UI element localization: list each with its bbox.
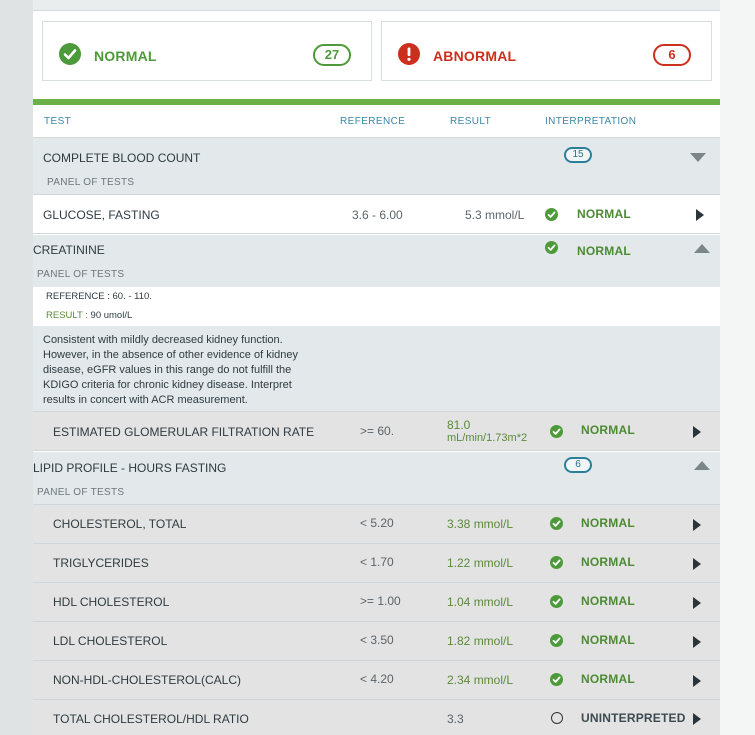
normal-count-badge: 27 — [313, 44, 351, 66]
test-interpretation: UNINTERPRETED — [581, 711, 686, 725]
check-circle-icon — [550, 556, 563, 569]
lipid-row-hdl[interactable]: HDL CHOLESTEROL >= 1.00 1.04 mmol/L NORM… — [33, 583, 720, 622]
col-interpretation: INTERPRETATION — [545, 116, 637, 127]
col-test: TEST — [44, 116, 72, 127]
egfr-result: 81.0 mL/min/1.73m*2 — [447, 418, 528, 444]
test-interpretation: NORMAL — [581, 633, 635, 647]
creatinine-name: CREATININE — [33, 243, 105, 257]
chevron-right-icon[interactable] — [693, 558, 701, 570]
glucose-row[interactable]: GLUCOSE, FASTING 3.6 - 6.00 5.3 mmol/L N… — [33, 195, 720, 234]
col-result: RESULT — [450, 116, 492, 127]
creatinine-result: RESULT : 90 umol/L — [46, 310, 133, 321]
test-result: 1.22 mmol/L — [447, 556, 514, 570]
caret-up-icon[interactable] — [694, 461, 710, 470]
creatinine-note-box: Consistent with mildly decreased kidney … — [33, 326, 720, 411]
chevron-right-icon[interactable] — [693, 519, 701, 531]
exclamation-circle-icon — [398, 43, 420, 65]
test-name: TRIGLYCERIDES — [53, 556, 149, 570]
test-reference: >= 1.00 — [360, 594, 401, 608]
test-name: NON-HDL-CHOLESTEROL(CALC) — [53, 673, 242, 687]
creatinine-interpretation: NORMAL — [577, 244, 631, 258]
cbc-sub: PANEL OF TESTS — [47, 177, 135, 188]
normal-summary-card[interactable]: NORMAL 27 — [42, 21, 372, 81]
check-circle-icon — [550, 517, 563, 530]
caret-up-icon[interactable] — [694, 244, 710, 253]
col-reference: REFERENCE — [340, 116, 406, 127]
abnormal-count-badge: 6 — [653, 44, 691, 66]
right-background — [720, 0, 755, 735]
lipid-row-ldl[interactable]: LDL CHOLESTEROL < 3.50 1.82 mmol/L NORMA… — [33, 622, 720, 661]
test-name: LDL CHOLESTEROL — [53, 634, 168, 648]
left-background — [0, 0, 33, 735]
creatinine-note: Consistent with mildly decreased kidney … — [43, 334, 298, 406]
egfr-interpretation: NORMAL — [581, 423, 635, 437]
cbc-count-badge: 15 — [564, 147, 592, 163]
test-interpretation: NORMAL — [581, 555, 635, 569]
check-circle-icon — [550, 634, 563, 647]
cbc-name: COMPLETE BLOOD COUNT — [43, 151, 201, 165]
glucose-reference: 3.6 - 6.00 — [352, 208, 403, 222]
test-result: 1.82 mmol/L — [447, 634, 514, 648]
lipid-name: LIPID PROFILE - HOURS FASTING — [33, 461, 227, 475]
chevron-right-icon[interactable] — [693, 675, 701, 687]
lipid-row-triglycerides[interactable]: TRIGLYCERIDES < 1.70 1.22 mmol/L NORMAL — [33, 544, 720, 583]
test-result: 1.04 mmol/L — [447, 595, 514, 609]
chevron-right-icon[interactable] — [693, 597, 701, 609]
chevron-right-icon[interactable] — [693, 713, 701, 725]
creatinine-reference: REFERENCE : 60. - 110. — [46, 291, 152, 302]
egfr-reference: >= 60. — [360, 424, 395, 438]
test-reference: < 3.50 — [360, 633, 394, 647]
table-header: TEST REFERENCE RESULT INTERPRETATION — [33, 105, 720, 138]
test-interpretation: NORMAL — [581, 672, 635, 686]
lipid-row-ratio[interactable]: TOTAL CHOLESTEROL/HDL RATIO 3.3 UNINTERP… — [33, 700, 720, 735]
test-name: HDL CHOLESTEROL — [53, 595, 170, 609]
abnormal-summary-card[interactable]: ABNORMAL 6 — [381, 21, 712, 81]
test-reference: < 4.20 — [360, 672, 394, 686]
test-reference: < 5.20 — [360, 516, 394, 530]
creatinine-panel-row[interactable]: CREATININE PANEL OF TESTS NORMAL — [33, 235, 720, 287]
test-result: 2.34 mmol/L — [447, 673, 514, 687]
egfr-name: ESTIMATED GLOMERULAR FILTRATION RATE — [53, 425, 315, 439]
check-circle-icon — [550, 673, 563, 686]
check-circle-icon — [59, 43, 81, 65]
test-reference: < 1.70 — [360, 555, 394, 569]
glucose-result: 5.3 mmol/L — [465, 208, 525, 222]
lipid-row-non-hdl[interactable]: NON-HDL-CHOLESTEROL(CALC) < 4.20 2.34 mm… — [33, 661, 720, 700]
check-circle-icon — [545, 208, 558, 221]
empty-circle-icon — [551, 712, 563, 724]
check-circle-icon — [545, 241, 558, 254]
lipid-row-cholesterol-total[interactable]: CHOLESTEROL, TOTAL < 5.20 3.38 mmol/L NO… — [33, 505, 720, 544]
chevron-right-icon[interactable] — [693, 426, 701, 438]
cbc-panel-row[interactable]: COMPLETE BLOOD COUNT PANEL OF TESTS 15 — [33, 138, 720, 195]
test-interpretation: NORMAL — [581, 594, 635, 608]
lipid-count-badge: 6 — [564, 457, 592, 473]
test-name: CHOLESTEROL, TOTAL — [53, 517, 187, 531]
chevron-right-icon[interactable] — [696, 209, 704, 221]
lab-results-panel: NORMAL 27 ABNORMAL 6 TEST REFERENCE RESU… — [33, 0, 720, 735]
glucose-name: GLUCOSE, FASTING — [43, 208, 160, 222]
test-name: TOTAL CHOLESTEROL/HDL RATIO — [53, 712, 249, 726]
check-circle-icon — [550, 425, 563, 438]
creatinine-sub: PANEL OF TESTS — [37, 269, 125, 280]
test-result: 3.38 mmol/L — [447, 517, 514, 531]
glucose-interpretation: NORMAL — [577, 207, 631, 221]
abnormal-label: ABNORMAL — [433, 48, 517, 64]
creatinine-detail: REFERENCE : 60. - 110. RESULT : 90 umol/… — [33, 287, 720, 326]
egfr-row[interactable]: ESTIMATED GLOMERULAR FILTRATION RATE >= … — [33, 411, 720, 451]
lipid-panel-row[interactable]: LIPID PROFILE - HOURS FASTING PANEL OF T… — [33, 452, 720, 505]
caret-down-icon[interactable] — [690, 153, 706, 162]
test-interpretation: NORMAL — [581, 516, 635, 530]
test-result: 3.3 — [447, 712, 464, 726]
top-bar — [33, 0, 720, 11]
check-circle-icon — [550, 595, 563, 608]
normal-label: NORMAL — [94, 48, 157, 64]
lipid-sub: PANEL OF TESTS — [37, 487, 125, 498]
chevron-right-icon[interactable] — [693, 636, 701, 648]
